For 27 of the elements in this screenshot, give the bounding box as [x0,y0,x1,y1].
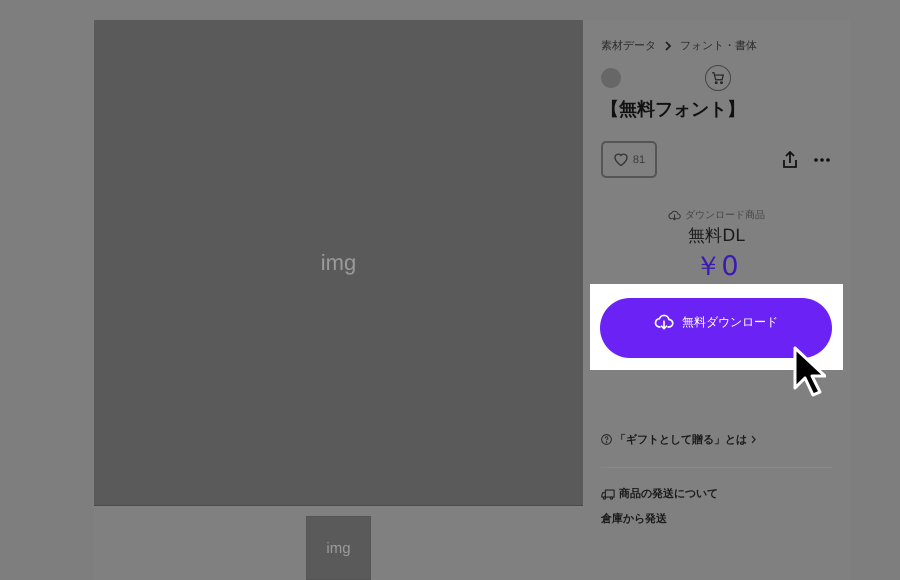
download-button[interactable]: 無料ダウンロード [600,298,832,358]
breadcrumb-link[interactable]: フォント・書体 [680,38,757,53]
cart-button[interactable] [705,65,731,91]
image-placeholder-text: img [320,250,356,276]
chevron-right-icon [750,435,757,444]
more-button[interactable] [812,156,832,164]
more-icon [814,158,830,162]
product-title: 【無料フォント】 [601,98,746,121]
price: ￥0 [694,253,739,280]
share-icon [782,150,798,168]
thumbnail[interactable]: img [306,516,371,580]
truck-icon [601,488,615,500]
heart-icon [612,152,629,167]
cloud-download-icon [668,208,681,222]
shipping-heading: 商品の発送について [619,486,718,501]
price-label: 無料DL [688,225,745,247]
shipping-text: 倉庫から発送 [601,511,668,526]
help-icon [601,434,612,445]
like-button[interactable]: 81 [601,141,657,178]
gift-info-link[interactable]: 「ギフトとして贈る」とは [601,432,832,447]
cloud-download-icon [654,312,674,332]
share-button[interactable] [780,148,800,170]
breadcrumb-link[interactable]: 素材データ [601,38,656,53]
image-placeholder-text: img [326,540,351,556]
product-type: ダウンロード商品 [685,208,765,222]
cart-icon [711,71,725,85]
chevron-right-icon [664,40,672,50]
